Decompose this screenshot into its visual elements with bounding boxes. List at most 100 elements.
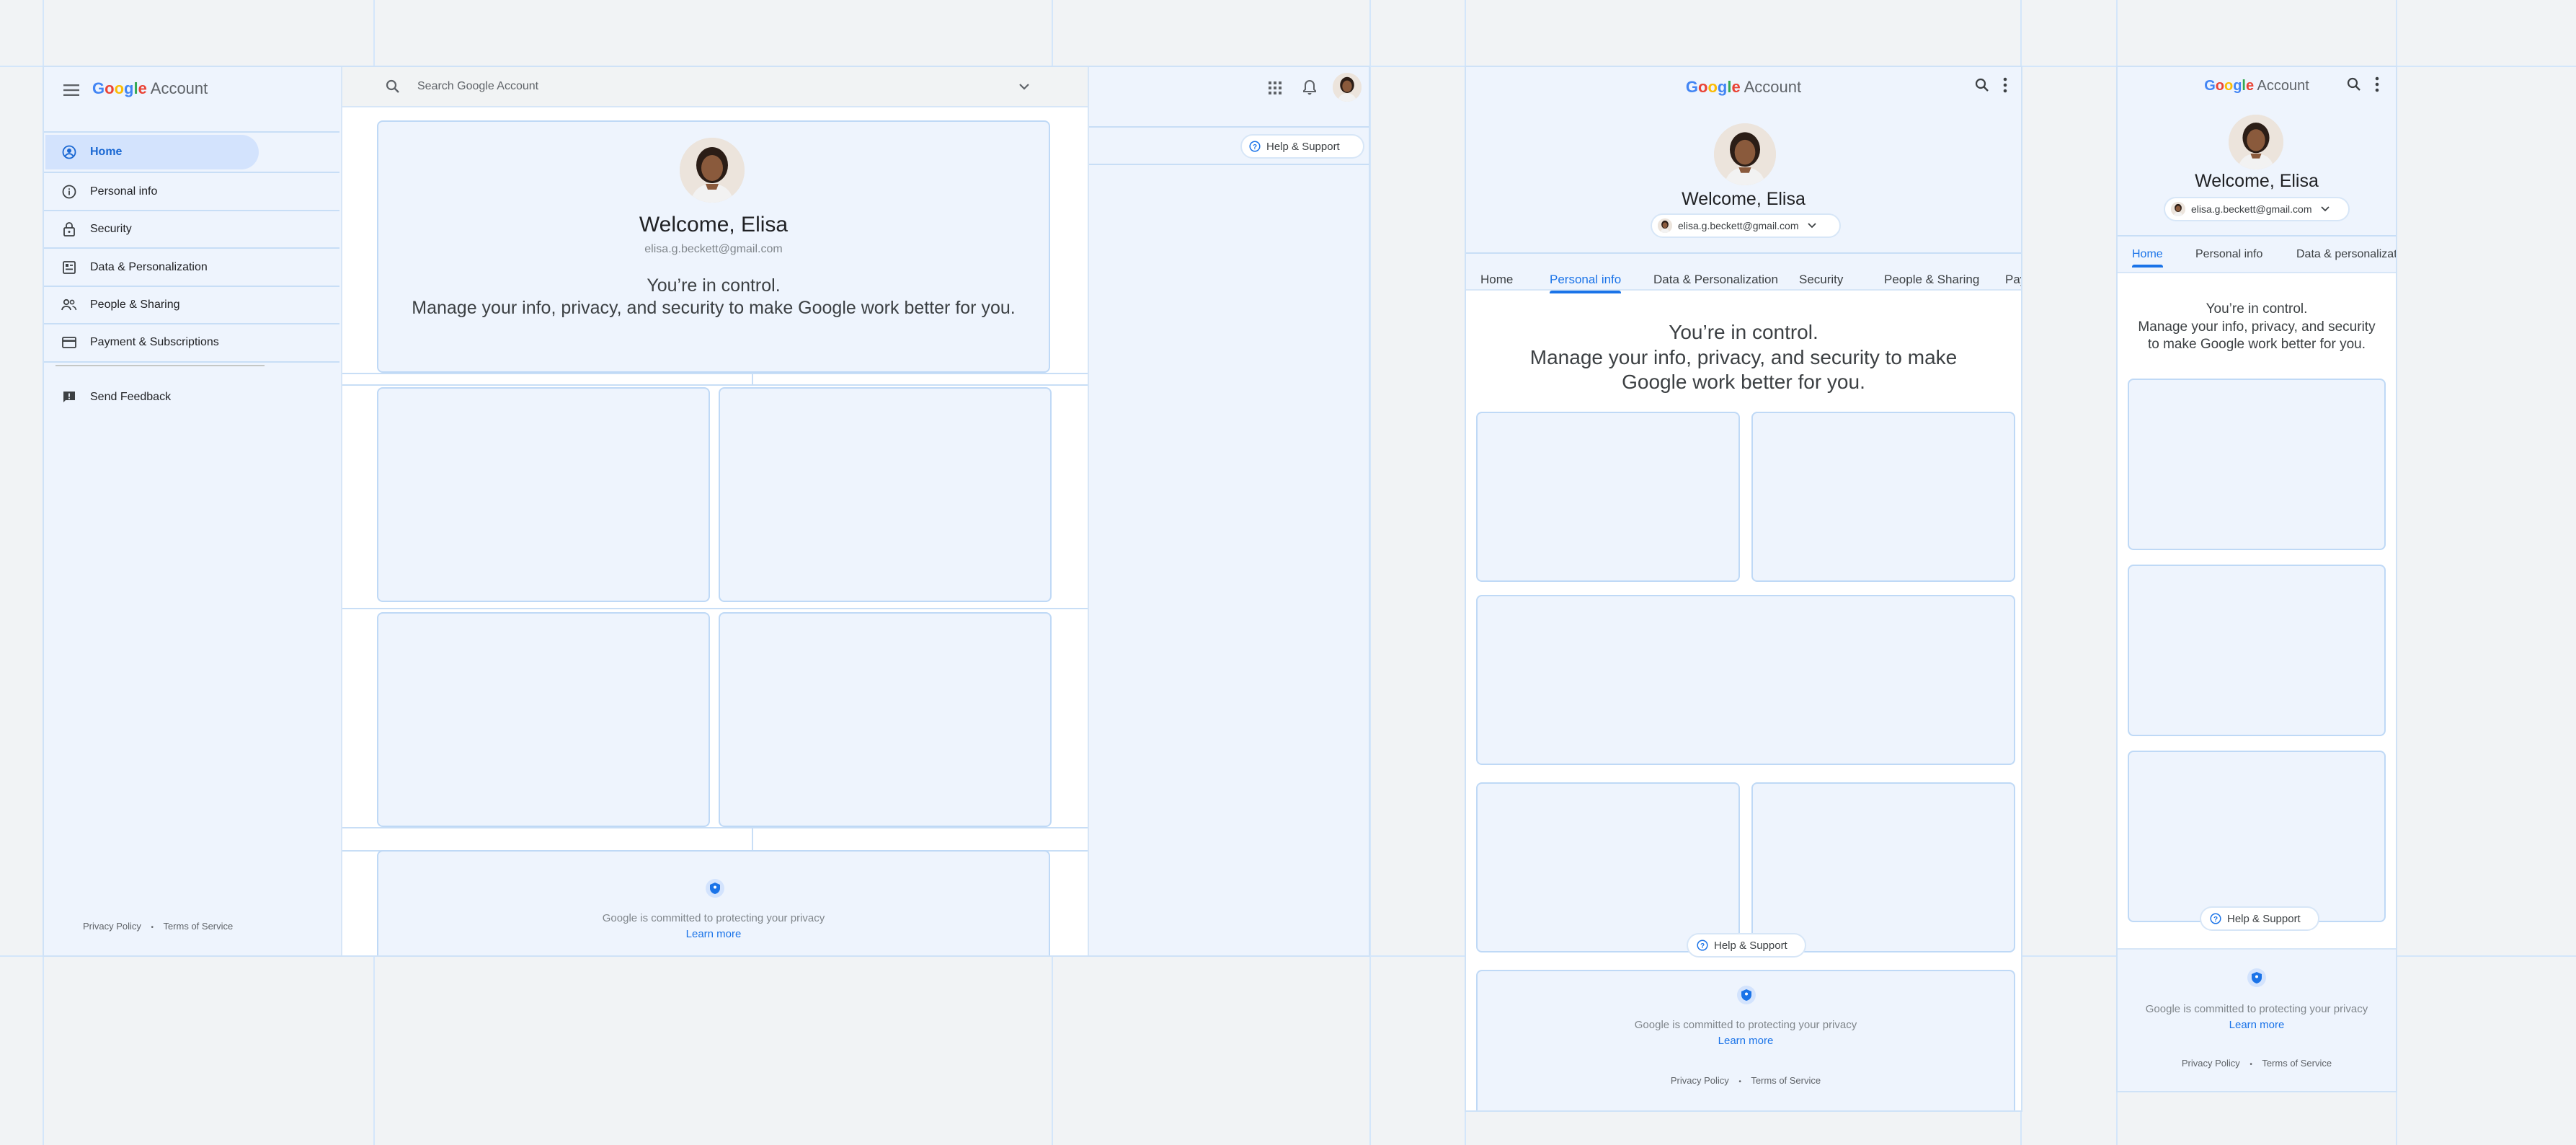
sidebar-item-payment-subscriptions[interactable]: Payment & Subscriptions [45,325,341,360]
tab-personal-info[interactable]: Personal info [1550,273,1622,293]
privacy-shield-icon [1737,986,1756,1004]
sidebar-item-home[interactable]: Home [45,135,341,169]
avatar[interactable] [1714,123,1776,185]
privacy-footer: Google is committed to protecting your p… [377,850,1050,955]
search-bar[interactable]: Search Google Account [342,67,1088,107]
placeholder-card [2128,379,2386,550]
sidebar-item-label: Data & Personalization [90,261,208,273]
sidebar-footer: Privacy Policy • Terms of Service [83,921,233,932]
lock-icon [61,221,77,237]
chevron-down-icon [1807,223,1816,229]
account-avatar[interactable] [1333,73,1362,102]
help-support-button[interactable]: ? Help & Support [2200,906,2319,931]
help-support-button[interactable]: ? Help & Support [1240,134,1364,159]
tab-bar: Home Personal info Data & personalizatio… [2118,67,2396,273]
privacy-commitment-text: Google is committed to protecting your p… [602,912,825,924]
privacy-shield-icon [706,879,724,898]
sidebar-item-label: Payment & Subscriptions [90,336,219,348]
desktop-main: Search Google Account Welcome, Elisa eli… [342,67,1088,955]
account-label: Account [1744,78,1802,96]
placeholder-card [377,387,710,602]
tab-personal-info[interactable]: Personal info [2195,248,2262,261]
apps-icon[interactable] [1268,81,1282,99]
welcome-title: Welcome, Elisa [1682,189,1806,209]
people-icon [61,297,77,313]
search-icon [386,79,400,97]
chevron-down-icon[interactable] [1018,81,1030,94]
footer-links: Privacy Policy • Terms of Service [1478,1075,2014,1086]
tab-people-sharing[interactable]: People & Sharing [1884,273,1979,287]
sidebar-item-security[interactable]: Security [45,212,341,247]
tab-payment[interactable]: Pay [2005,273,2021,287]
more-options-icon[interactable] [2003,77,2007,97]
sidebar-divider [55,365,265,366]
learn-more-link[interactable]: Learn more [1478,1035,2014,1047]
learn-more-link[interactable]: Learn more [378,928,1049,940]
help-support-button[interactable]: ? Help & Support [1687,933,1806,958]
footer-separator: • [2249,1061,2252,1069]
placeholder-card [719,387,1052,602]
menu-icon[interactable] [60,79,83,102]
terms-of-service-link[interactable]: Terms of Service [1751,1075,1821,1086]
svg-text:?: ? [1253,143,1257,151]
sidebar-item-data-personalization[interactable]: Data & Personalization [45,250,341,285]
privacy-commitment-text: Google is committed to protecting your p… [1634,1019,1857,1031]
info-icon [61,184,77,200]
hero-line-1: You’re in control. [2206,301,2308,317]
help-icon: ? [1697,940,1708,951]
tab-data-personalization[interactable]: Data & personalization [2296,248,2396,261]
account-switcher[interactable]: elisa.g.beckett@gmail.com [1651,213,1841,238]
help-icon: ? [1249,141,1261,152]
credit-card-icon [61,335,77,350]
notifications-icon[interactable] [1302,79,1317,99]
hero-line-1: You’re in control. [1669,321,1818,343]
search-input[interactable]: Search Google Account [417,80,538,93]
sidebar: Google Account Home Personal info Securi… [44,67,342,955]
privacy-policy-link[interactable]: Privacy Policy [83,921,141,932]
mobile-frame: Google Account Welcome, Elisa elisa.g.be… [2116,66,2397,1092]
tab-home[interactable]: Home [2132,248,2163,268]
account-email: elisa.g.beckett@gmail.com [1678,220,1799,231]
hero-line-2: Manage your info, privacy, and security … [412,298,1016,318]
learn-more-link[interactable]: Learn more [2118,1019,2396,1031]
privacy-policy-link[interactable]: Privacy Policy [2182,1058,2240,1069]
placeholder-card [377,612,710,827]
google-account-logo[interactable]: Google Account [92,79,208,98]
sidebar-item-label: People & Sharing [90,299,180,311]
privacy-footer: Google is committed to protecting your p… [2118,948,2396,1091]
footer-links: Privacy Policy • Terms of Service [2118,1058,2396,1069]
send-feedback-item[interactable]: Send Feedback [45,380,341,415]
tablet-frame: Google Account Welcome, Elisa elisa.g.be… [1465,66,2022,1112]
tab-data-personalization[interactable]: Data & Personalization [1653,273,1778,287]
svg-text:?: ? [1700,942,1705,950]
tab-home[interactable]: Home [1480,273,1513,287]
search-icon[interactable] [1975,78,1989,96]
help-support-label: Help & Support [2227,912,2301,925]
avatar[interactable] [680,138,745,203]
feedback-icon [61,389,77,405]
placeholder-card [1751,782,2015,952]
terms-of-service-link[interactable]: Terms of Service [2262,1058,2332,1069]
placeholder-card [1476,782,1740,952]
hero-line-2: Manage your info, privacy, and security … [2138,319,2376,352]
google-account-logo[interactable]: Google Account [1466,78,2021,97]
welcome-title: Welcome, Elisa [639,213,789,236]
tab-security[interactable]: Security [1799,273,1843,287]
placeholder-card [1476,412,1740,582]
help-icon: ? [2210,913,2221,924]
google-wordmark: Google [92,79,147,97]
help-support-label: Help & Support [1266,140,1340,153]
privacy-commitment-text: Google is committed to protecting your p… [2145,1003,2368,1015]
sidebar-item-personal-info[interactable]: Personal info [45,174,341,209]
google-wordmark: Google [1685,78,1741,96]
privacy-footer: Google is committed to protecting your p… [1476,970,2015,1110]
terms-of-service-link[interactable]: Terms of Service [163,921,233,932]
hero-line-2: Manage your info, privacy, and security … [1529,346,1958,393]
privacy-policy-link[interactable]: Privacy Policy [1671,1075,1729,1086]
placeholder-card [2128,565,2386,736]
sidebar-item-label: Home [90,146,123,158]
sidebar-item-label: Security [90,223,132,235]
placeholder-card [1476,595,2015,765]
sidebar-item-people-sharing[interactable]: People & Sharing [45,288,341,322]
tablet-header: Google Account Welcome, Elisa elisa.g.be… [1466,67,2021,293]
